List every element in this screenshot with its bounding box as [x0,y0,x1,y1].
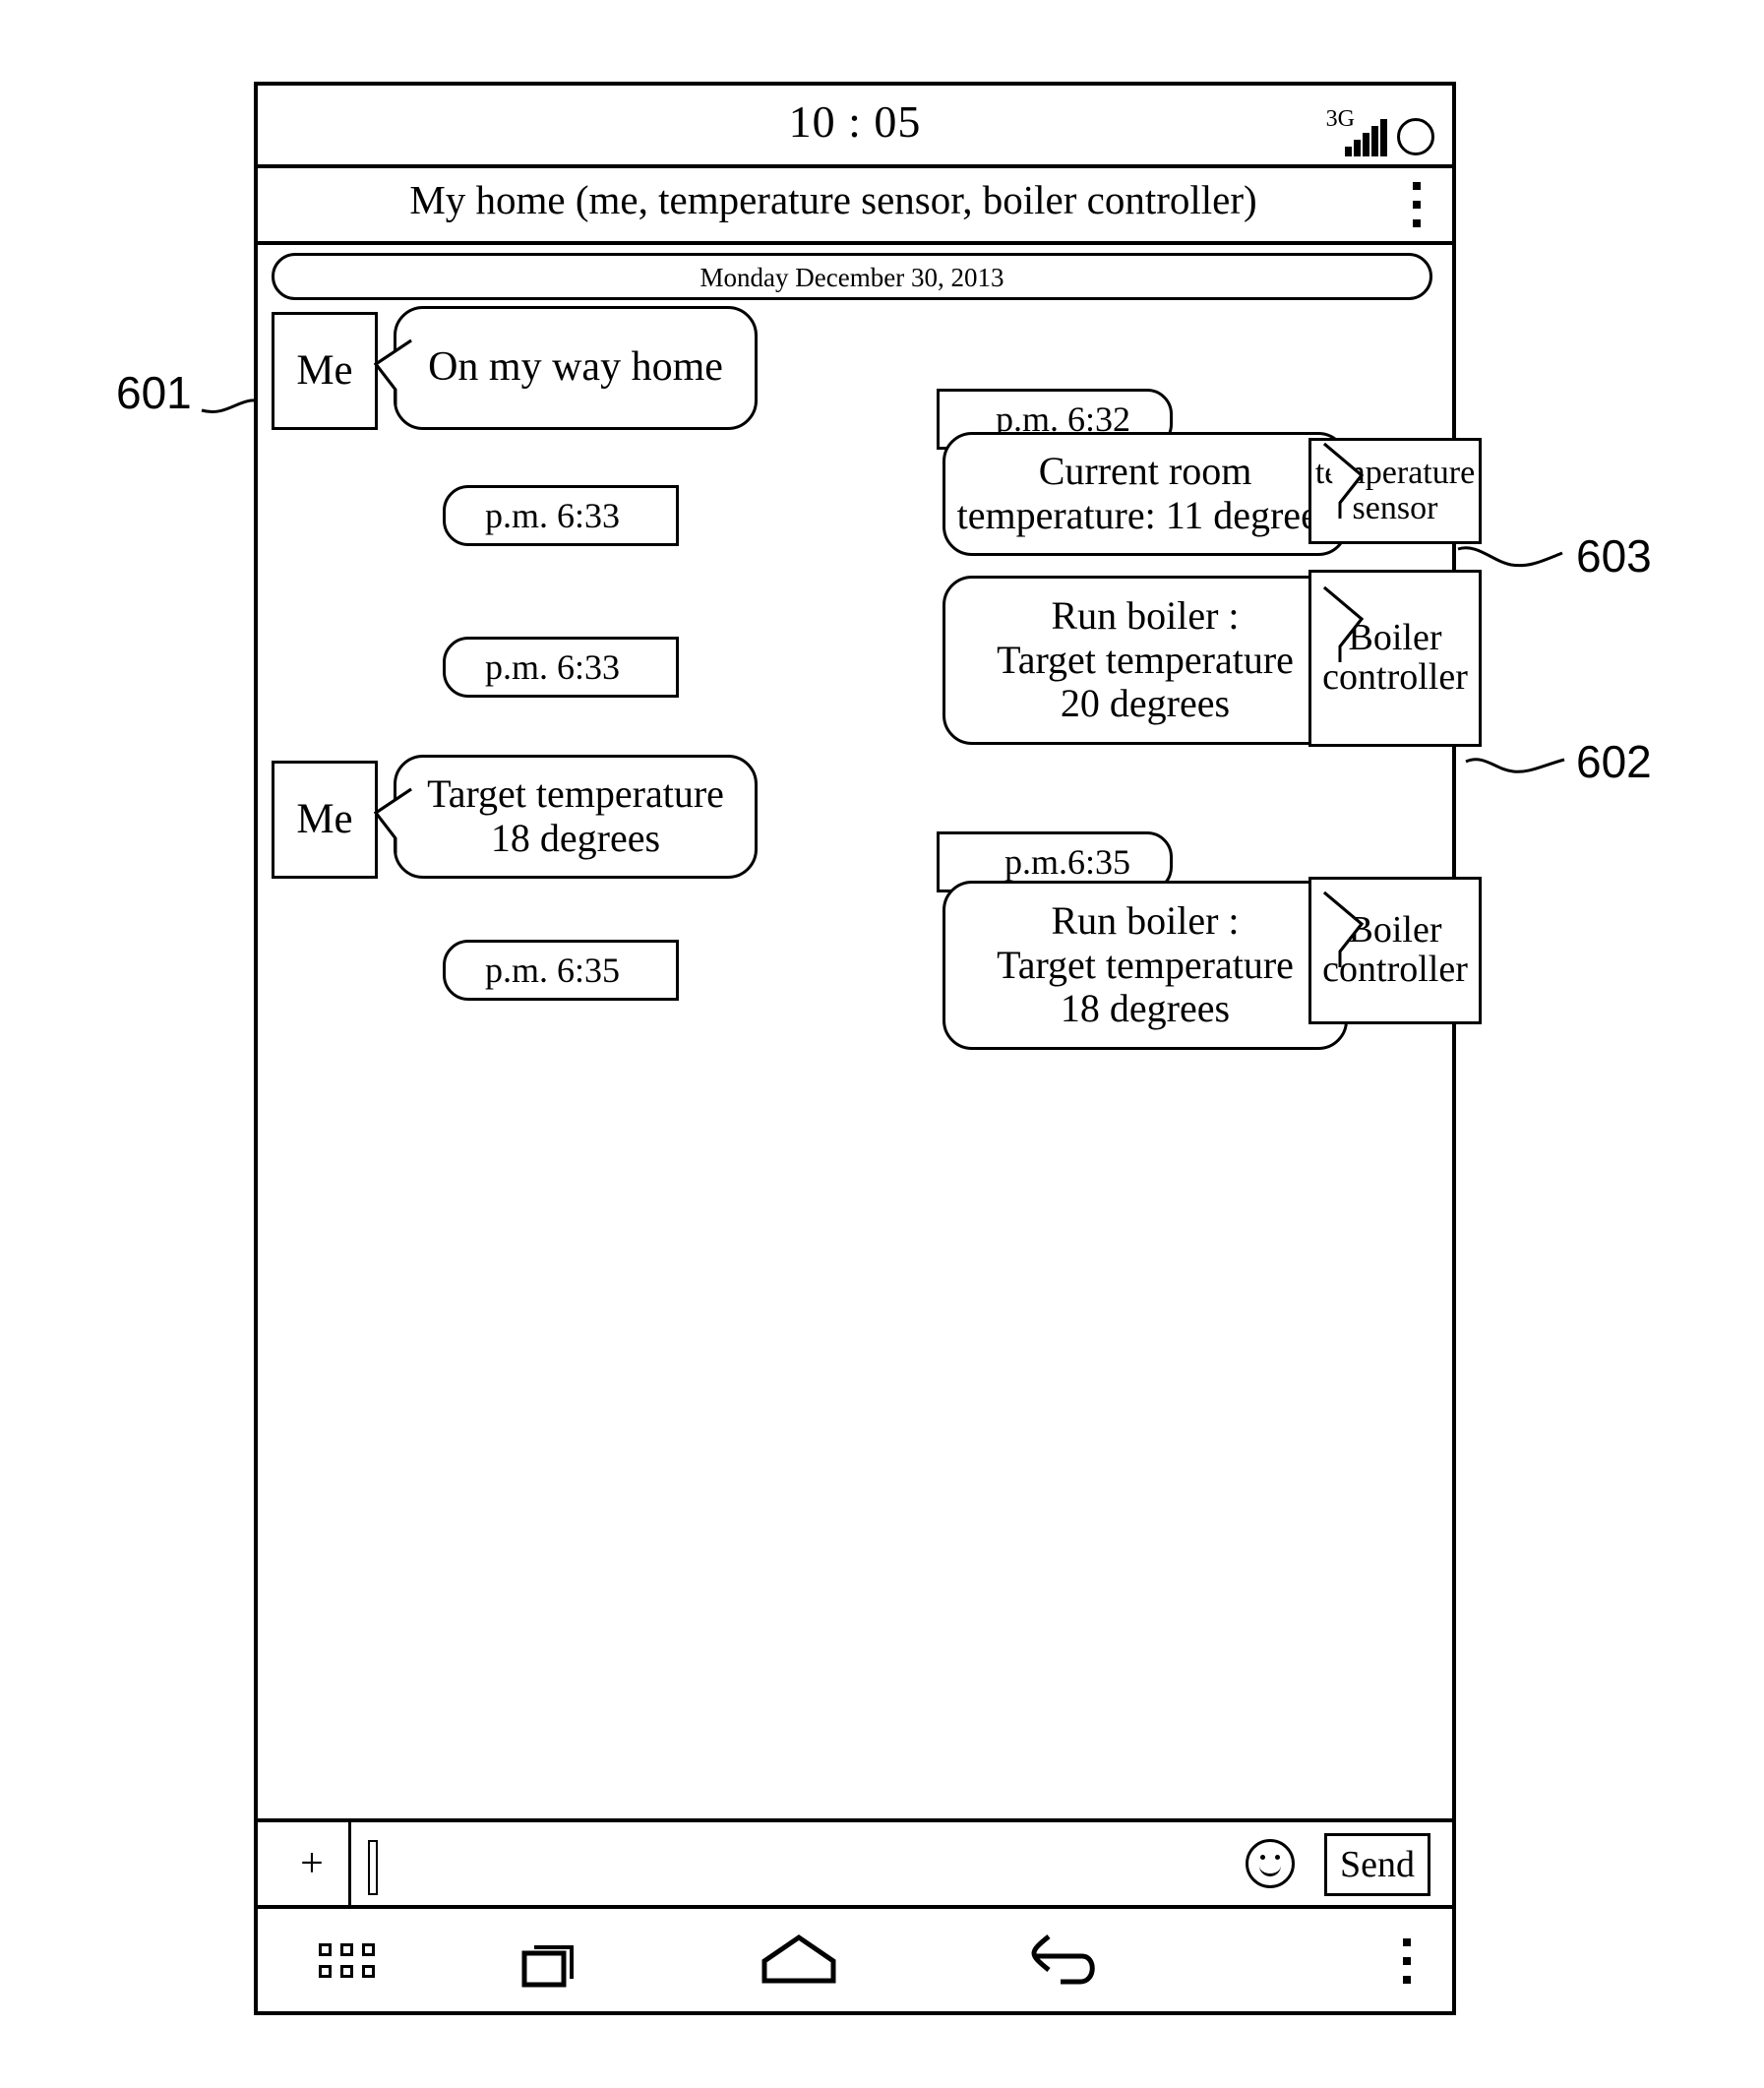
bubble-line-2: Target temperature [997,637,1294,682]
bubble-line-1: Run boiler : [1051,592,1240,638]
callout-603-label: 603 [1576,530,1652,582]
battery-circle-icon [1397,118,1434,155]
overflow-menu-icon[interactable] [1320,1909,1452,2011]
apps-grid-icon[interactable] [258,1909,435,2011]
status-bar-icons: 3G [1316,92,1434,156]
conversation-title-bar: My home (me, temperature sensor, boiler … [258,168,1452,245]
avatar-label-line-1: temperature [1314,455,1476,492]
attach-button[interactable]: + [279,1822,344,1905]
date-separator: Monday December 30, 2013 [272,253,1432,300]
message-list[interactable]: Monday December 30, 2013 p.m. 6:32 Me On… [258,245,1482,1818]
home-icon[interactable] [671,1909,927,2011]
bubble-line-1: Current room [1038,449,1252,494]
recent-apps-icon[interactable] [435,1909,671,2011]
system-navigation-bar [258,1909,1452,2011]
callout-601-label: 601 [116,367,192,418]
message-avatar-boiler-controller[interactable]: Boiler controller [1308,877,1482,1024]
message-bubble[interactable]: Target temperature 18 degrees [394,755,758,879]
back-arrow-icon[interactable] [927,1909,1202,2011]
message-avatar-me[interactable]: Me [272,761,378,879]
avatar-label-line-2: controller [1322,656,1468,698]
message-avatar-temperature-sensor[interactable]: temperature sensor [1308,438,1482,544]
bubble-line-1: Run boiler : [1051,897,1240,943]
avatar-label-line-2: sensor [1352,490,1438,526]
bubble-line-2: 18 degrees [490,816,661,860]
message-bubble[interactable]: Run boiler : Target temperature 18 degre… [943,881,1348,1050]
message-bubble[interactable]: Current room temperature: 11 degrees [943,432,1348,556]
message-bubble[interactable]: Run boiler : Target temperature 20 degre… [943,576,1348,745]
callout-602-leader-line [1465,758,1565,773]
message-input-bar: + Send [258,1818,1452,1909]
message-avatar-boiler-controller[interactable]: Boiler controller [1308,570,1482,747]
message-avatar-me[interactable]: Me [272,312,378,430]
message-timestamp: p.m. 6:35 [443,940,679,1001]
message-input[interactable] [386,1834,1236,1901]
avatar-label-line-1: Boiler [1348,909,1442,952]
text-cursor [368,1840,378,1895]
phone-device-frame: 10 : 05 3G My home (me, temperature sens… [254,82,1482,2015]
page-title: My home (me, temperature sensor, boiler … [409,177,1257,222]
network-type-label: 3G [1325,106,1355,132]
status-bar: 10 : 05 3G [258,86,1452,168]
status-bar-clock: 10 : 05 [788,96,922,147]
message-bubble[interactable]: On my way home [394,306,758,430]
avatar-label-line-2: controller [1322,949,1468,990]
bubble-line-2: Target temperature [997,942,1294,987]
send-button[interactable]: Send [1324,1833,1430,1896]
bubble-line-3: 20 degrees [1060,681,1231,726]
bubble-line-3: 18 degrees [1060,986,1231,1031]
input-divider [348,1822,351,1905]
callout-602-label: 602 [1576,736,1652,787]
bubble-line-1: Target temperature [427,771,724,817]
avatar-label-line-1: Boiler [1348,617,1442,659]
smiley-face-icon[interactable] [1246,1839,1295,1888]
bubble-line-2: temperature: 11 degrees [956,493,1334,537]
message-timestamp: p.m. 6:33 [443,637,679,698]
overflow-menu-icon[interactable] [1413,182,1423,238]
message-timestamp: p.m. 6:33 [443,485,679,546]
